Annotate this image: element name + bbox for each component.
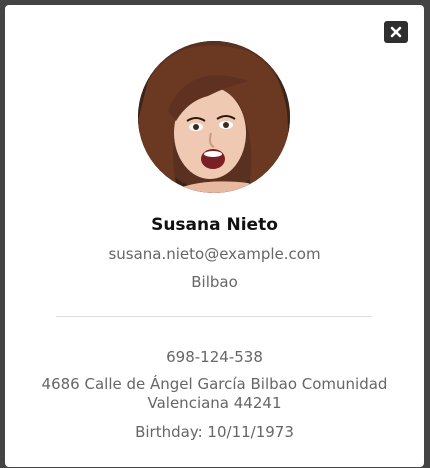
divider (56, 316, 372, 317)
profile-email: susana.nieto@example.com (108, 245, 321, 263)
avatar (138, 41, 290, 193)
profile-address: 4686 Calle de Ángel García Bilbao Comuni… (41, 375, 388, 412)
profile-name: Susana Nieto (151, 215, 278, 235)
profile-modal: Susana Nieto susana.nieto@example.com Bi… (5, 5, 424, 467)
profile-city: Bilbao (191, 273, 238, 291)
close-icon (390, 26, 402, 38)
profile-phone: 698-124-538 (166, 348, 263, 366)
profile-birthday: Birthday: 10/11/1973 (135, 423, 294, 441)
profile-photo (138, 41, 290, 193)
close-button[interactable] (384, 21, 408, 43)
